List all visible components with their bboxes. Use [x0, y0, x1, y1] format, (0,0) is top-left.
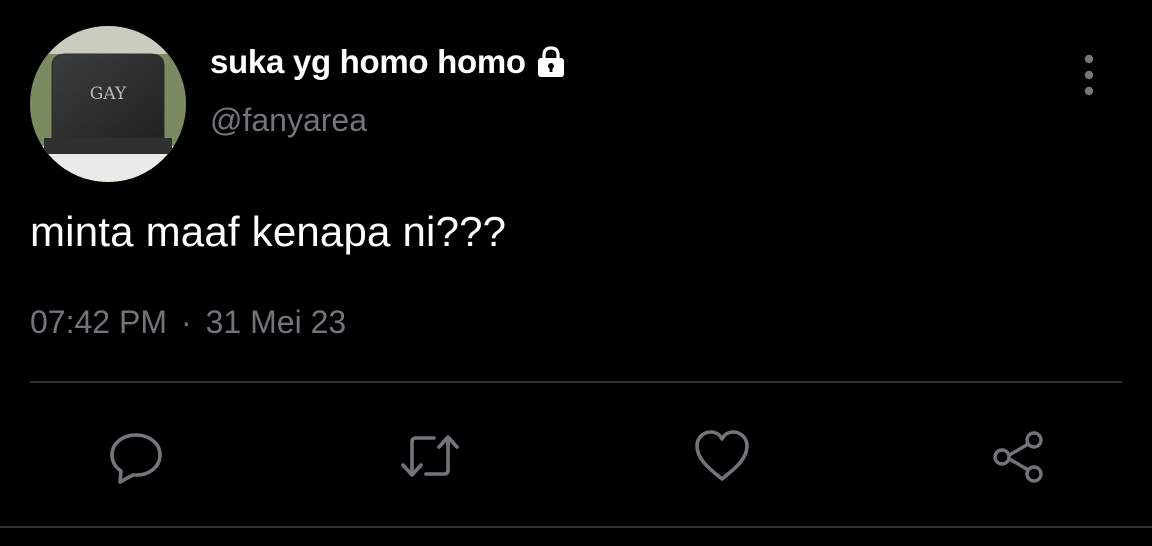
reply-icon [110, 433, 162, 484]
tweet-text: minta maaf kenapa ni??? [30, 208, 507, 255]
more-options-button[interactable] [1068, 52, 1110, 98]
tweet-time: 07:42 PM [30, 304, 167, 340]
heart-icon [695, 430, 749, 481]
reply-button[interactable] [104, 424, 168, 488]
tweet: GAY suka yg homo homo @fanyarea minta ma… [0, 0, 1152, 546]
tweet-timestamp[interactable]: 07:42 PM · 31 Mei 23 [30, 304, 346, 341]
retweet-icon [401, 435, 459, 477]
retweet-button[interactable] [398, 424, 462, 488]
more-vertical-icon [1084, 54, 1094, 96]
share-icon [993, 431, 1043, 483]
timestamp-separator: · [180, 304, 192, 340]
divider [30, 381, 1122, 383]
author-handle[interactable]: @fanyarea [210, 102, 367, 139]
like-button[interactable] [690, 424, 754, 488]
gravestone-avatar-image: GAY [30, 26, 186, 182]
lock-icon [534, 45, 568, 79]
tweet-date: 31 Mei 23 [205, 304, 347, 340]
avatar-engraving: GAY [90, 84, 127, 104]
share-button[interactable] [986, 424, 1050, 488]
bottom-divider [0, 526, 1152, 528]
author-name-row: suka yg homo homo [210, 40, 568, 84]
avatar[interactable]: GAY [30, 26, 186, 182]
display-name[interactable]: suka yg homo homo [210, 43, 526, 81]
